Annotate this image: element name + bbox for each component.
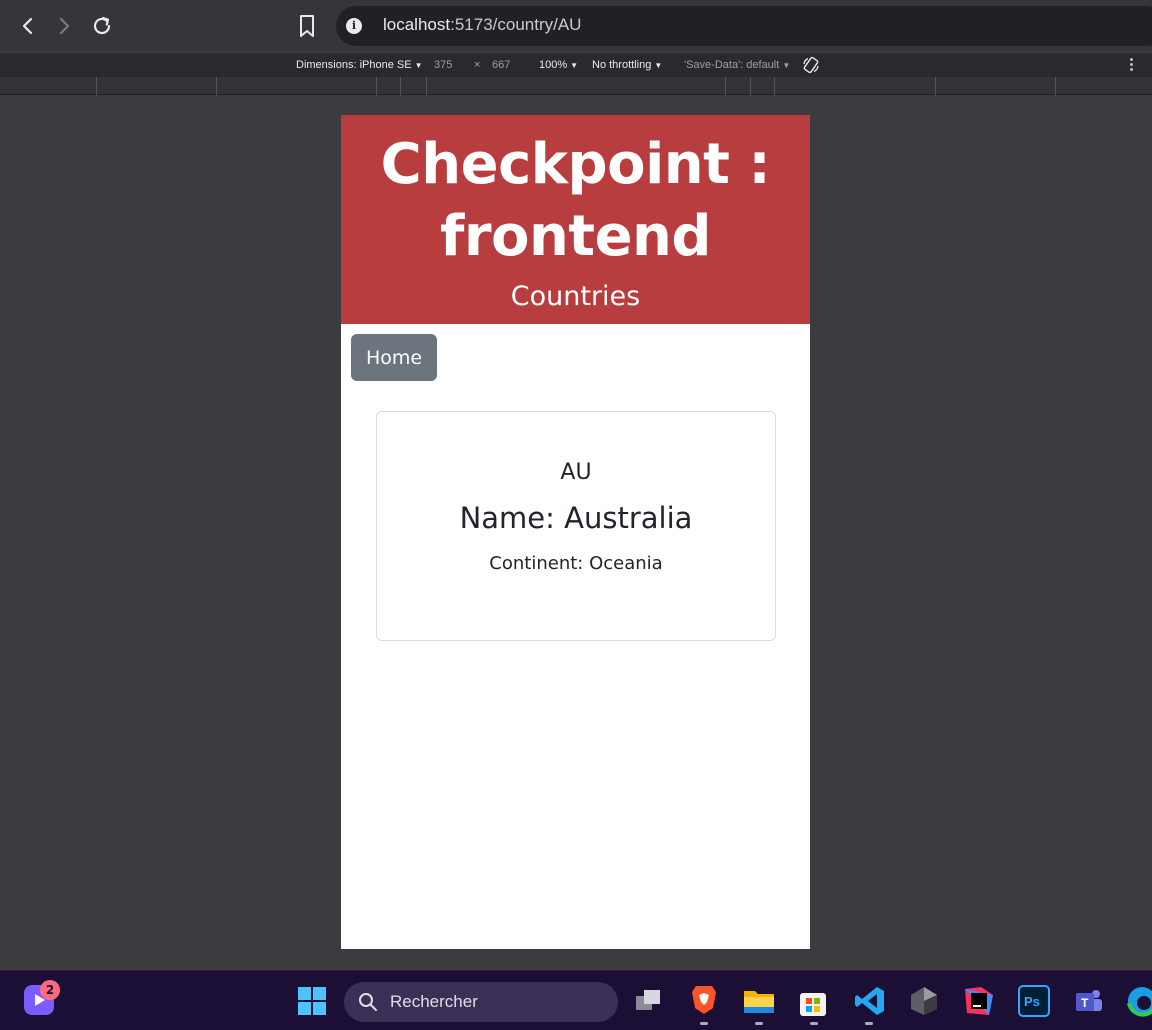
address-bar[interactable]: i localhost:5173/country/AU [336,6,1152,46]
page-header: Checkpoint : frontend Countries [341,115,810,324]
back-arrow-icon [22,17,33,35]
caret-down-icon: ▼ [414,61,423,70]
intellij-icon[interactable] [963,985,995,1017]
caret-down-icon: ▼ [570,61,579,70]
more-options-icon[interactable] [1130,58,1134,72]
dimension-separator: × [474,59,481,71]
device-viewport: Checkpoint : frontend Countries Home AU … [341,115,810,949]
teams-icon[interactable]: T [1072,985,1104,1017]
home-button[interactable]: Home [351,334,437,381]
save-data-label: 'Save-Data': default [684,59,780,71]
url-path: :5173/country/AU [450,15,582,34]
forward-button[interactable] [48,10,80,42]
throttling-select[interactable]: No throttling ▼ [592,59,662,71]
country-continent: Continent: Oceania [489,553,663,574]
teams-logo-icon: T [1076,990,1102,1011]
intellij-logo-icon [965,987,993,1015]
device-toolbar: Dimensions: iPhone SE ▼ 375 × 667 100% ▼ N… [0,52,1152,77]
edge-logo-icon [1127,987,1152,1017]
site-info-icon[interactable]: i [346,18,362,34]
lion-shield-icon [692,986,716,1014]
page-title: Checkpoint : frontend [380,132,771,269]
page-subtitle: Countries [510,281,641,312]
file-explorer-icon[interactable] [743,987,775,1015]
url-text[interactable]: localhost:5173/country/AU [383,15,581,35]
caret-down-icon: ▼ [782,61,791,70]
ps-logo-icon: Ps [1024,994,1040,1009]
forward-arrow-icon [59,17,70,35]
url-host: localhost [383,15,451,34]
save-data-select[interactable]: 'Save-Data': default ▼ [684,59,790,71]
task-view-icon[interactable] [634,987,664,1015]
search-icon [359,993,377,1011]
device-select[interactable]: Dimensions: iPhone SE ▼ [296,59,422,71]
bookmark-button[interactable] [293,12,321,40]
svg-text:T: T [1081,996,1089,1010]
country-code: AU [560,460,592,485]
height-input[interactable]: 667 [492,59,510,71]
store-bag-icon [800,993,826,1016]
rotate-icon [803,56,819,74]
rotate-button[interactable] [802,56,820,77]
photoshop-icon[interactable]: Ps [1018,985,1050,1017]
browser-toolbar: i localhost:5173/country/AU [0,0,1152,52]
zoom-select[interactable]: 100% ▼ [539,59,578,71]
back-button[interactable] [12,10,44,42]
app-icon[interactable] [908,985,940,1017]
svg-text:Ps: Ps [1024,994,1040,1009]
brave-browser-icon[interactable] [690,984,718,1016]
vscode-icon[interactable] [854,985,886,1017]
caret-down-icon: ▼ [654,61,663,70]
edge-icon[interactable] [1126,985,1152,1017]
country-name: Name: Australia [459,501,693,535]
width-input[interactable]: 375 [434,59,452,71]
microsoft-store-icon[interactable] [799,987,827,1017]
country-card: AU Name: Australia Continent: Oceania [376,411,776,641]
device-label: Dimensions: iPhone SE [296,59,412,71]
zoom-label: 100% [539,59,568,71]
folder-icon [744,991,774,1013]
polyhedron-icon [911,987,937,1015]
media-query-bar[interactable] [0,77,1152,95]
reload-button[interactable] [86,10,118,42]
taskbar: Rechercher Ps T [0,970,1152,1030]
start-icon[interactable] [296,985,328,1017]
throttling-label: No throttling [592,59,652,71]
bookmark-icon [300,15,314,37]
windows-logo-icon [298,987,326,1015]
reload-icon [93,16,111,35]
taskbar-search[interactable]: Rechercher [344,982,618,1022]
notification-badge: 2 [40,980,60,1000]
task-view-glyph-icon [636,990,660,1010]
vscode-logo-icon [855,987,884,1015]
search-placeholder: Rechercher [390,992,478,1011]
